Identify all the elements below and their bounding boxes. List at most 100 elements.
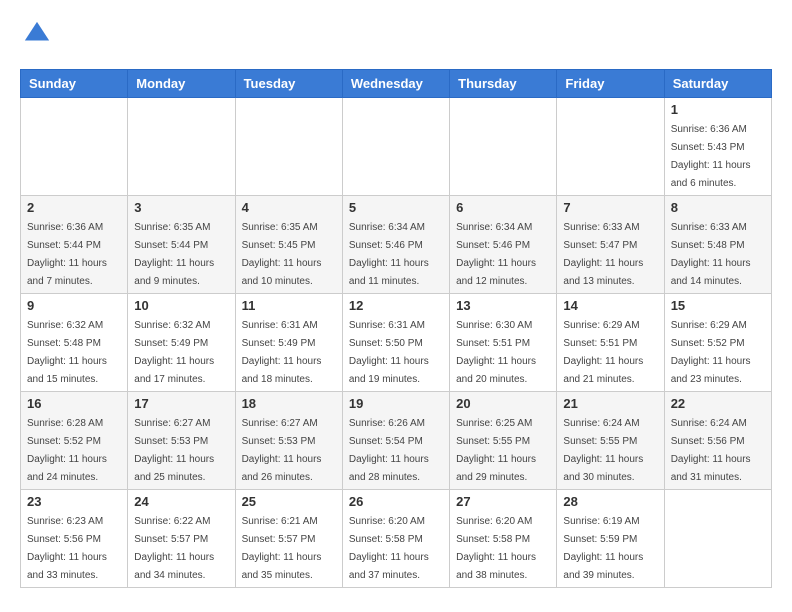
calendar-cell	[235, 98, 342, 196]
day-info: Sunrise: 6:23 AM Sunset: 5:56 PM Dayligh…	[27, 516, 107, 581]
day-info: Sunrise: 6:26 AM Sunset: 5:54 PM Dayligh…	[349, 418, 429, 483]
day-number: 10	[134, 298, 228, 313]
day-info: Sunrise: 6:30 AM Sunset: 5:51 PM Dayligh…	[456, 320, 536, 385]
calendar-cell: 2 Sunrise: 6:36 AM Sunset: 5:44 PM Daylig…	[21, 196, 128, 294]
calendar-cell: 8 Sunrise: 6:33 AM Sunset: 5:48 PM Daylig…	[664, 196, 771, 294]
day-info: Sunrise: 6:28 AM Sunset: 5:52 PM Dayligh…	[27, 418, 107, 483]
day-number: 9	[27, 298, 121, 313]
day-number: 6	[456, 200, 550, 215]
day-number: 17	[134, 396, 228, 411]
day-number: 4	[242, 200, 336, 215]
calendar-table: Sunday Monday Tuesday Wednesday Thursday…	[20, 69, 772, 588]
calendar-week-row: 23 Sunrise: 6:23 AM Sunset: 5:56 PM Dayli…	[21, 490, 772, 588]
header-friday: Friday	[557, 70, 664, 98]
calendar-week-row: 9 Sunrise: 6:32 AM Sunset: 5:48 PM Daylig…	[21, 294, 772, 392]
day-info: Sunrise: 6:35 AM Sunset: 5:45 PM Dayligh…	[242, 222, 322, 287]
calendar-cell	[557, 98, 664, 196]
calendar-header	[20, 20, 772, 53]
calendar-cell	[664, 490, 771, 588]
day-number: 26	[349, 494, 443, 509]
calendar-cell: 17 Sunrise: 6:27 AM Sunset: 5:53 PM Dayli…	[128, 392, 235, 490]
day-info: Sunrise: 6:25 AM Sunset: 5:55 PM Dayligh…	[456, 418, 536, 483]
day-number: 11	[242, 298, 336, 313]
calendar-cell: 7 Sunrise: 6:33 AM Sunset: 5:47 PM Daylig…	[557, 196, 664, 294]
day-info: Sunrise: 6:31 AM Sunset: 5:49 PM Dayligh…	[242, 320, 322, 385]
day-number: 23	[27, 494, 121, 509]
day-info: Sunrise: 6:20 AM Sunset: 5:58 PM Dayligh…	[456, 516, 536, 581]
calendar-cell	[128, 98, 235, 196]
calendar-cell: 9 Sunrise: 6:32 AM Sunset: 5:48 PM Daylig…	[21, 294, 128, 392]
calendar-cell: 25 Sunrise: 6:21 AM Sunset: 5:57 PM Dayli…	[235, 490, 342, 588]
day-number: 14	[563, 298, 657, 313]
day-number: 5	[349, 200, 443, 215]
day-info: Sunrise: 6:19 AM Sunset: 5:59 PM Dayligh…	[563, 516, 643, 581]
day-info: Sunrise: 6:20 AM Sunset: 5:58 PM Dayligh…	[349, 516, 429, 581]
day-info: Sunrise: 6:24 AM Sunset: 5:55 PM Dayligh…	[563, 418, 643, 483]
header-tuesday: Tuesday	[235, 70, 342, 98]
day-info: Sunrise: 6:27 AM Sunset: 5:53 PM Dayligh…	[134, 418, 214, 483]
calendar-cell	[450, 98, 557, 196]
calendar-cell: 4 Sunrise: 6:35 AM Sunset: 5:45 PM Daylig…	[235, 196, 342, 294]
day-info: Sunrise: 6:36 AM Sunset: 5:43 PM Dayligh…	[671, 124, 751, 189]
day-info: Sunrise: 6:32 AM Sunset: 5:49 PM Dayligh…	[134, 320, 214, 385]
day-info: Sunrise: 6:24 AM Sunset: 5:56 PM Dayligh…	[671, 418, 751, 483]
calendar-cell: 21 Sunrise: 6:24 AM Sunset: 5:55 PM Dayli…	[557, 392, 664, 490]
header-saturday: Saturday	[664, 70, 771, 98]
header-thursday: Thursday	[450, 70, 557, 98]
day-info: Sunrise: 6:36 AM Sunset: 5:44 PM Dayligh…	[27, 222, 107, 287]
day-info: Sunrise: 6:21 AM Sunset: 5:57 PM Dayligh…	[242, 516, 322, 581]
calendar-cell: 20Sunrise: 6:25 AM Sunset: 5:55 PM Dayli…	[450, 392, 557, 490]
calendar-cell: 22 Sunrise: 6:24 AM Sunset: 5:56 PM Dayli…	[664, 392, 771, 490]
day-info: Sunrise: 6:27 AM Sunset: 5:53 PM Dayligh…	[242, 418, 322, 483]
calendar-cell: 16 Sunrise: 6:28 AM Sunset: 5:52 PM Dayli…	[21, 392, 128, 490]
day-number: 27	[456, 494, 550, 509]
day-number: 7	[563, 200, 657, 215]
calendar-cell: 23 Sunrise: 6:23 AM Sunset: 5:56 PM Dayli…	[21, 490, 128, 588]
day-info: Sunrise: 6:33 AM Sunset: 5:47 PM Dayligh…	[563, 222, 643, 287]
day-number: 15	[671, 298, 765, 313]
day-info: Sunrise: 6:22 AM Sunset: 5:57 PM Dayligh…	[134, 516, 214, 581]
calendar-cell: 15 Sunrise: 6:29 AM Sunset: 5:52 PM Dayli…	[664, 294, 771, 392]
logo-icon	[23, 20, 51, 48]
calendar-cell: 3 Sunrise: 6:35 AM Sunset: 5:44 PM Daylig…	[128, 196, 235, 294]
calendar-cell: 13 Sunrise: 6:30 AM Sunset: 5:51 PM Dayli…	[450, 294, 557, 392]
day-info: Sunrise: 6:33 AM Sunset: 5:48 PM Dayligh…	[671, 222, 751, 287]
day-number: 1	[671, 102, 765, 117]
day-info: Sunrise: 6:29 AM Sunset: 5:52 PM Dayligh…	[671, 320, 751, 385]
day-number: 3	[134, 200, 228, 215]
weekday-header-row: Sunday Monday Tuesday Wednesday Thursday…	[21, 70, 772, 98]
calendar-cell: 12Sunrise: 6:31 AM Sunset: 5:50 PM Dayli…	[342, 294, 449, 392]
day-number: 22	[671, 396, 765, 411]
calendar-cell: 5Sunrise: 6:34 AM Sunset: 5:46 PM Daylig…	[342, 196, 449, 294]
calendar-cell: 1 Sunrise: 6:36 AM Sunset: 5:43 PM Daylig…	[664, 98, 771, 196]
calendar-cell	[21, 98, 128, 196]
header-wednesday: Wednesday	[342, 70, 449, 98]
calendar-cell: 26 Sunrise: 6:20 AM Sunset: 5:58 PM Dayli…	[342, 490, 449, 588]
day-number: 8	[671, 200, 765, 215]
calendar-week-row: 2 Sunrise: 6:36 AM Sunset: 5:44 PM Daylig…	[21, 196, 772, 294]
day-number: 25	[242, 494, 336, 509]
day-number: 24	[134, 494, 228, 509]
logo	[20, 20, 51, 53]
day-number: 13	[456, 298, 550, 313]
day-number: 21	[563, 396, 657, 411]
day-info: Sunrise: 6:29 AM Sunset: 5:51 PM Dayligh…	[563, 320, 643, 385]
calendar-week-row: 1 Sunrise: 6:36 AM Sunset: 5:43 PM Daylig…	[21, 98, 772, 196]
day-number: 2	[27, 200, 121, 215]
day-info: Sunrise: 6:34 AM Sunset: 5:46 PM Dayligh…	[456, 222, 536, 287]
calendar-cell: 10 Sunrise: 6:32 AM Sunset: 5:49 PM Dayli…	[128, 294, 235, 392]
calendar-cell: 11 Sunrise: 6:31 AM Sunset: 5:49 PM Dayli…	[235, 294, 342, 392]
day-number: 28	[563, 494, 657, 509]
day-number: 16	[27, 396, 121, 411]
day-info: Sunrise: 6:31 AM Sunset: 5:50 PM Dayligh…	[349, 320, 429, 385]
day-info: Sunrise: 6:32 AM Sunset: 5:48 PM Dayligh…	[27, 320, 107, 385]
calendar-cell: 14 Sunrise: 6:29 AM Sunset: 5:51 PM Dayli…	[557, 294, 664, 392]
header-sunday: Sunday	[21, 70, 128, 98]
calendar-cell: 24 Sunrise: 6:22 AM Sunset: 5:57 PM Dayli…	[128, 490, 235, 588]
calendar-cell: 19Sunrise: 6:26 AM Sunset: 5:54 PM Dayli…	[342, 392, 449, 490]
calendar-cell: 18Sunrise: 6:27 AM Sunset: 5:53 PM Dayli…	[235, 392, 342, 490]
calendar-week-row: 16 Sunrise: 6:28 AM Sunset: 5:52 PM Dayli…	[21, 392, 772, 490]
calendar-cell: 28 Sunrise: 6:19 AM Sunset: 5:59 PM Dayli…	[557, 490, 664, 588]
calendar-cell: 6 Sunrise: 6:34 AM Sunset: 5:46 PM Daylig…	[450, 196, 557, 294]
day-info: Sunrise: 6:35 AM Sunset: 5:44 PM Dayligh…	[134, 222, 214, 287]
